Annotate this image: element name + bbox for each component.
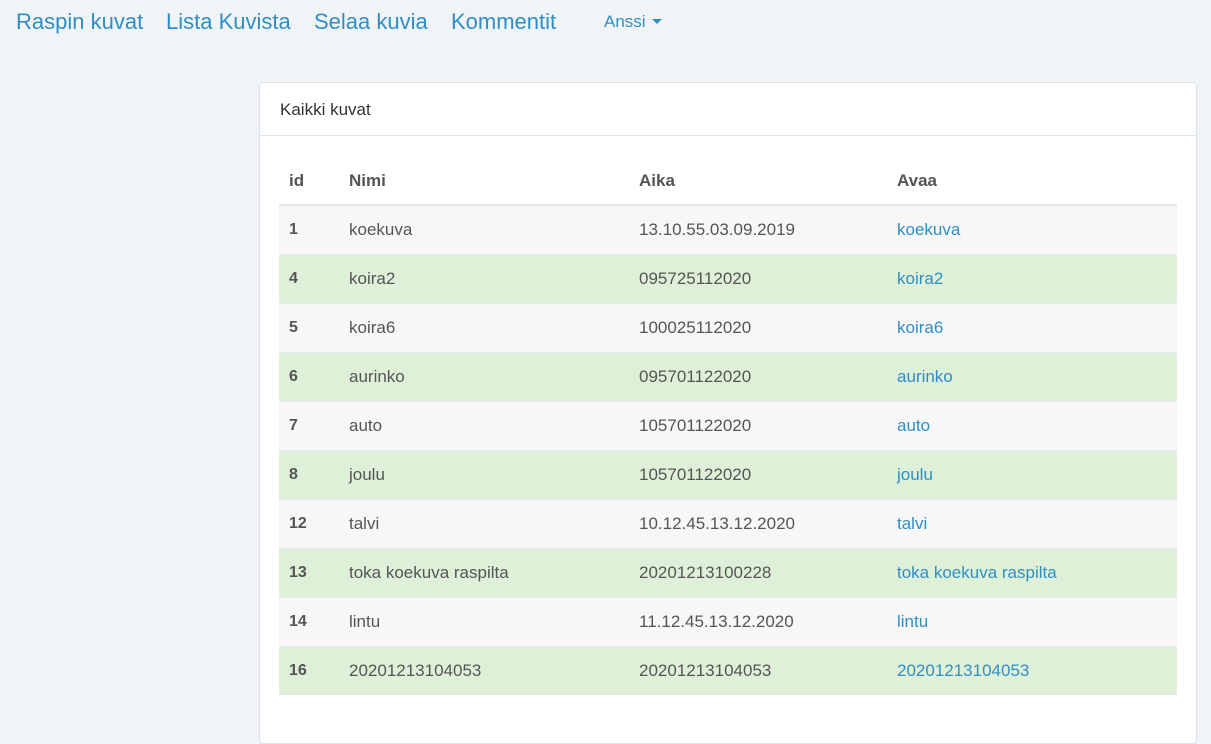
row-name: koira6	[339, 302, 629, 352]
table-row: 1 koekuva 13.10.55.03.09.2019 koekuva	[279, 204, 1177, 254]
row-time: 20201213100228	[629, 547, 887, 597]
table-header-row: id Nimi Aika Avaa	[279, 157, 1177, 206]
user-name: Anssi	[604, 12, 646, 31]
row-name: joulu	[339, 449, 629, 499]
row-id: 8	[279, 449, 339, 499]
table-row: 12 talvi 10.12.45.13.12.2020 talvi	[279, 498, 1177, 548]
row-name: koira2	[339, 253, 629, 303]
row-link-cell: 20201213104053	[887, 645, 1177, 695]
images-panel: Kaikki kuvat id Nimi Aika Avaa 1 koekuva…	[259, 82, 1197, 744]
column-header-name: Nimi	[339, 157, 629, 206]
row-time: 13.10.55.03.09.2019	[629, 204, 887, 254]
panel-title: Kaikki kuvat	[260, 83, 1196, 136]
row-time: 20201213104053	[629, 645, 887, 695]
row-name: auto	[339, 400, 629, 450]
open-image-link[interactable]: joulu	[897, 465, 933, 484]
row-name: toka koekuva raspilta	[339, 547, 629, 597]
open-image-link[interactable]: koira2	[897, 269, 943, 288]
row-id: 6	[279, 351, 339, 401]
row-name: talvi	[339, 498, 629, 548]
navbar: Raspin kuvat Lista Kuvista Selaa kuvia K…	[0, 0, 1211, 46]
row-id: 1	[279, 204, 339, 254]
row-id: 4	[279, 253, 339, 303]
row-id: 14	[279, 596, 339, 646]
column-header-time: Aika	[629, 157, 887, 206]
row-link-cell: aurinko	[887, 351, 1177, 401]
table-row: 5 koira6 100025112020 koira6	[279, 302, 1177, 352]
row-time: 11.12.45.13.12.2020	[629, 596, 887, 646]
nav-link-lista-kuvista[interactable]: Lista Kuvista	[166, 8, 291, 36]
row-name: 20201213104053	[339, 645, 629, 695]
column-header-open: Avaa	[887, 157, 1177, 206]
images-table: id Nimi Aika Avaa 1 koekuva 13.10.55.03.…	[279, 157, 1177, 695]
row-time: 105701122020	[629, 449, 887, 499]
table-row: 8 joulu 105701122020 joulu	[279, 449, 1177, 499]
table-row: 6 aurinko 095701122020 aurinko	[279, 351, 1177, 401]
column-header-id: id	[279, 157, 339, 206]
row-id: 16	[279, 645, 339, 695]
nav-link-raspin-kuvat[interactable]: Raspin kuvat	[16, 8, 143, 36]
open-image-link[interactable]: koekuva	[897, 220, 960, 239]
nav-link-selaa-kuvia[interactable]: Selaa kuvia	[314, 8, 428, 36]
row-time: 10.12.45.13.12.2020	[629, 498, 887, 548]
row-name: koekuva	[339, 204, 629, 254]
open-image-link[interactable]: 20201213104053	[897, 661, 1029, 680]
table-row: 13 toka koekuva raspilta 20201213100228 …	[279, 547, 1177, 597]
row-name: aurinko	[339, 351, 629, 401]
row-name: lintu	[339, 596, 629, 646]
row-time: 095725112020	[629, 253, 887, 303]
nav-link-kommentit[interactable]: Kommentit	[451, 8, 556, 36]
row-link-cell: toka koekuva raspilta	[887, 547, 1177, 597]
row-time: 105701122020	[629, 400, 887, 450]
row-link-cell: koekuva	[887, 204, 1177, 254]
open-image-link[interactable]: talvi	[897, 514, 927, 533]
user-menu-dropdown[interactable]: Anssi	[604, 11, 662, 33]
row-time: 100025112020	[629, 302, 887, 352]
table-row: 14 lintu 11.12.45.13.12.2020 lintu	[279, 596, 1177, 646]
row-id: 13	[279, 547, 339, 597]
row-link-cell: talvi	[887, 498, 1177, 548]
row-id: 12	[279, 498, 339, 548]
row-link-cell: koira6	[887, 302, 1177, 352]
row-link-cell: koira2	[887, 253, 1177, 303]
table-row: 16 20201213104053 20201213104053 2020121…	[279, 645, 1177, 695]
row-time: 095701122020	[629, 351, 887, 401]
row-link-cell: joulu	[887, 449, 1177, 499]
table-row: 7 auto 105701122020 auto	[279, 400, 1177, 450]
row-id: 5	[279, 302, 339, 352]
row-id: 7	[279, 400, 339, 450]
open-image-link[interactable]: lintu	[897, 612, 928, 631]
open-image-link[interactable]: toka koekuva raspilta	[897, 563, 1057, 582]
row-link-cell: lintu	[887, 596, 1177, 646]
open-image-link[interactable]: aurinko	[897, 367, 953, 386]
row-link-cell: auto	[887, 400, 1177, 450]
open-image-link[interactable]: koira6	[897, 318, 943, 337]
caret-down-icon	[651, 19, 662, 25]
table-row: 4 koira2 095725112020 koira2	[279, 253, 1177, 303]
open-image-link[interactable]: auto	[897, 416, 930, 435]
